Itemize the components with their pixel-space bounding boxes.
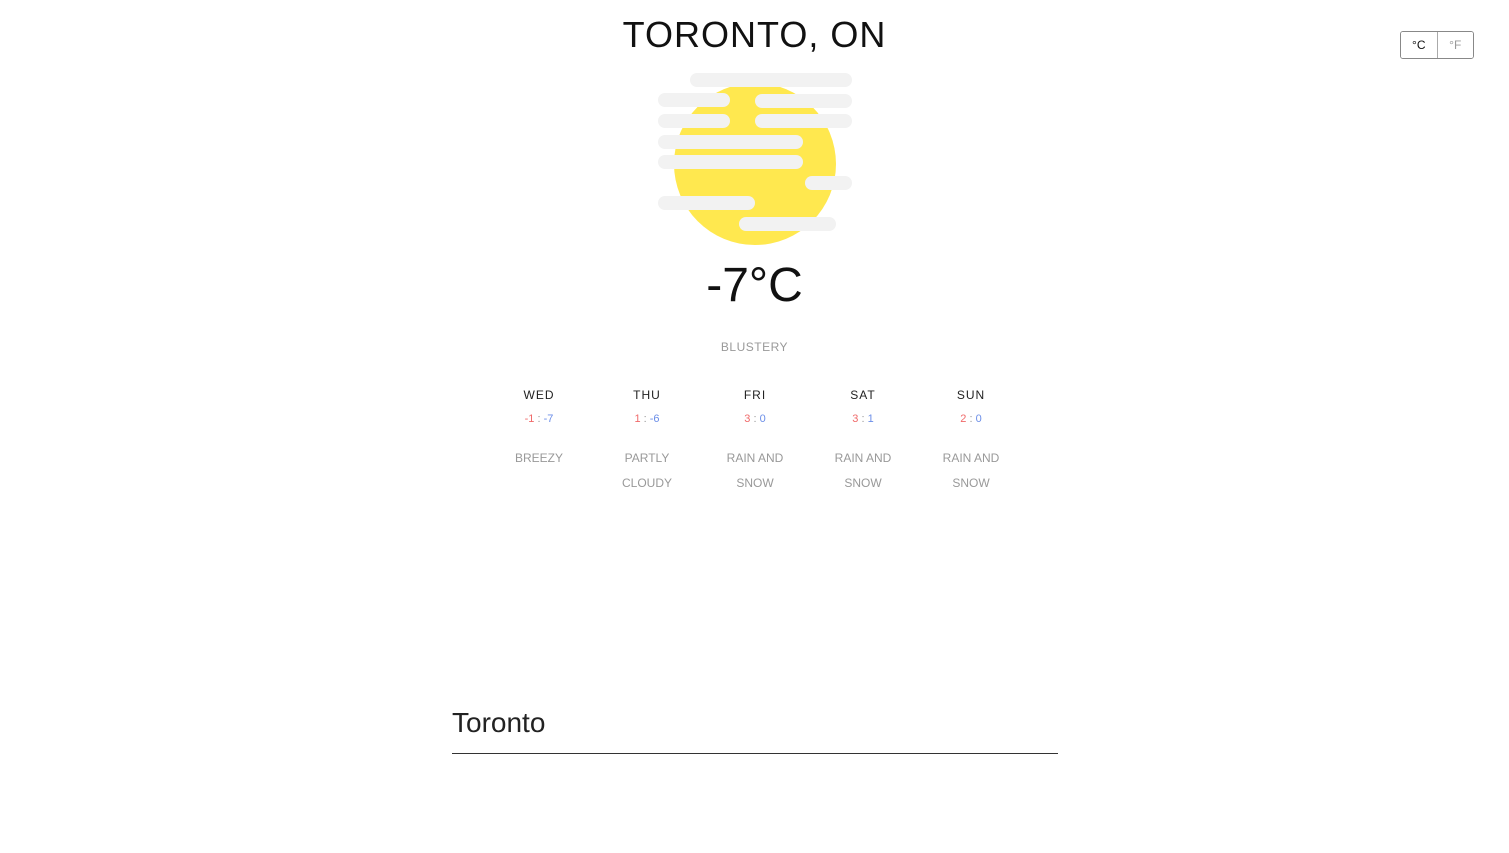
day-name: WED	[523, 388, 555, 402]
wind-streak	[658, 93, 730, 107]
day-condition: RAIN AND SNOW	[726, 451, 784, 490]
day-name: SAT	[850, 388, 876, 402]
wind-streak	[658, 114, 730, 128]
low-temp: 0	[759, 413, 766, 425]
current-temperature: -7°C	[706, 259, 803, 312]
high-temp: -1	[524, 413, 535, 425]
forecast-day: SAT 3 : 1 RAIN AND SNOW	[809, 387, 917, 496]
city-search	[452, 700, 1058, 754]
day-name: SUN	[956, 388, 986, 402]
wind-streak	[658, 135, 803, 149]
current-condition: BLUSTERY	[720, 340, 789, 354]
day-temps: 1 : -6	[593, 412, 701, 428]
celsius-button[interactable]: °C	[1401, 32, 1437, 58]
wind-streak	[755, 114, 852, 128]
temp-separator: :	[858, 413, 868, 425]
wind-streak	[739, 217, 836, 231]
low-temp: 1	[867, 413, 874, 425]
wind-streak	[690, 73, 852, 87]
day-condition: RAIN AND SNOW	[942, 451, 1000, 490]
forecast-day: FRI 3 : 0 RAIN AND SNOW	[701, 387, 809, 496]
low-temp: -6	[649, 413, 660, 425]
weather-app: TORONTO, ON °C °F -7°C BLUSTERY WED -1:…	[0, 0, 1509, 853]
day-temps: 2 : 0	[917, 412, 1025, 428]
forecast-day: SUN 2 : 0 RAIN AND SNOW	[917, 387, 1025, 496]
low-temp: 0	[975, 413, 982, 425]
unit-toggle: °C °F	[1400, 31, 1474, 59]
day-name: THU	[633, 388, 661, 402]
wind-streak	[658, 155, 803, 169]
day-name: FRI	[743, 388, 767, 402]
day-condition: RAIN AND SNOW	[834, 451, 892, 490]
fahrenheit-button[interactable]: °F	[1437, 32, 1473, 58]
temp-separator: :	[966, 413, 976, 425]
temp-separator: :	[640, 413, 650, 425]
day-temps: 3 : 1	[809, 412, 917, 428]
sun-behind-wind-icon	[655, 70, 855, 245]
low-temp: -7	[543, 413, 554, 425]
temp-separator: :	[534, 413, 544, 425]
forecast-list: WED -1 : -7 BREEZY THU 1 : -6 PARTLY CLO…	[485, 387, 1025, 496]
wind-streak	[755, 94, 852, 108]
day-temps: -1 : -7	[485, 412, 593, 428]
wind-streak	[658, 196, 755, 210]
wind-streak	[805, 176, 852, 190]
day-temps: 3 : 0	[701, 412, 809, 428]
forecast-day: WED -1 : -7 BREEZY	[485, 387, 593, 496]
city-title: TORONTO, ON	[622, 14, 887, 55]
forecast-day: THU 1 : -6 PARTLY CLOUDY	[593, 387, 701, 496]
day-condition: BREEZY	[514, 451, 563, 465]
temp-separator: :	[750, 413, 760, 425]
day-condition: PARTLY CLOUDY	[621, 451, 672, 490]
city-search-input[interactable]	[452, 700, 1058, 746]
